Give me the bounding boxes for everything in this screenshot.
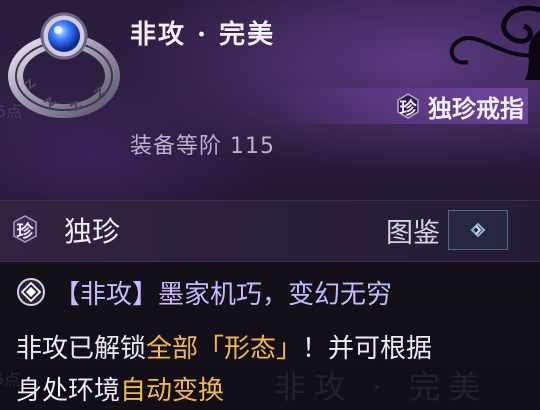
item-header: 5点 非攻 · 完美 珍 独珍戒指 装备等阶 115 [0,0,540,200]
gear-level: 装备等阶 115 [130,134,275,159]
skill-title: 【非攻】墨家机巧，变幻无穷 [54,279,393,310]
tier-label: 独珍 [64,215,121,248]
line1-part-c: ！并可根据 [302,334,433,364]
line2-highlight: 自动变换 [120,376,225,406]
line1-part-a: 非攻已解锁 [16,334,147,364]
description-panel: 非攻 · 完美 5点 【非攻】墨家机巧，变幻无穷 非攻已解锁全部「形态」！并可根… [0,262,540,410]
chevron-right-icon [470,222,486,238]
item-name: 非攻 · 完美 [130,20,276,50]
description-line-1: 非攻已解锁全部「形态」！并可根据 [16,328,432,365]
line2-part-a: 身处环境 [16,376,121,406]
tier-badge-char: 珍 [16,221,34,242]
rarity-badge-char: 珍 [399,98,417,119]
skill-diamond-icon [17,278,45,306]
ring-icon [8,12,120,118]
description-line-2: 身处环境自动变换 [16,370,224,407]
rarity-badge: 珍 [394,92,422,120]
tier-badge: 珍 [10,214,40,244]
codex-button[interactable] [448,210,508,250]
skill-title-row: 【非攻】墨家机巧，变幻无穷 [16,274,392,310]
ornament-swirl [449,0,540,80]
rarity-row: 珍 独珍戒指 [274,88,528,124]
codex-label: 图鉴 [386,218,440,249]
ghost-title: 非攻 · 完美 [274,368,489,406]
rarity-label: 独珍戒指 [428,93,524,123]
line1-highlight: 全部「形态」 [146,334,303,364]
